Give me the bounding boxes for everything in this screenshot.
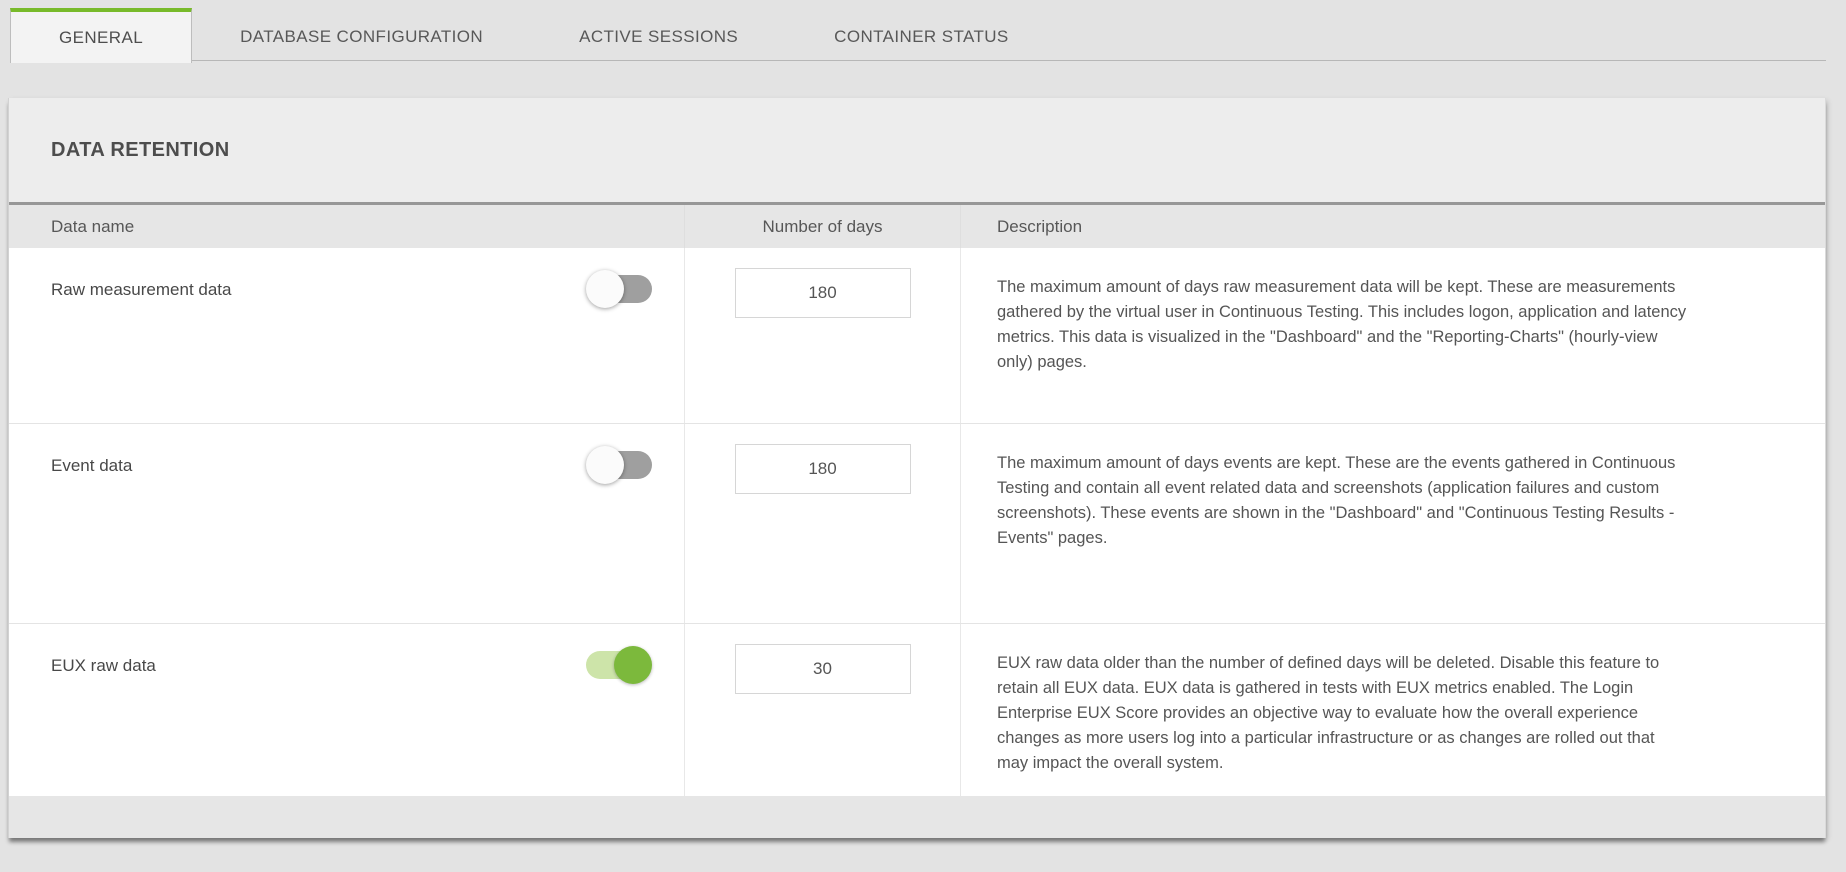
data-retention-header: DATA RETENTION	[9, 98, 1825, 202]
data-retention-table: Data name Number of days Description Raw…	[9, 202, 1825, 796]
tab-database-configuration[interactable]: DATABASE CONFIGURATION	[192, 8, 531, 61]
event-data-toggle[interactable]	[586, 446, 652, 484]
cell-number-of-days	[685, 424, 961, 623]
cell-number-of-days	[685, 624, 961, 796]
table-row-eux-raw-data: EUX raw data EUX raw data older than the…	[9, 623, 1825, 796]
table-header-row: Data name Number of days Description	[9, 205, 1825, 248]
tab-database-configuration-label: DATABASE CONFIGURATION	[240, 27, 483, 47]
cell-description: The maximum amount of days raw measureme…	[961, 248, 1825, 423]
row-label: EUX raw data	[51, 656, 156, 676]
cell-data-name: Event data	[9, 424, 685, 623]
tab-active-sessions-label: ACTIVE SESSIONS	[579, 27, 738, 47]
eux-raw-data-days-input[interactable]	[735, 644, 911, 694]
settings-page: GENERAL DATABASE CONFIGURATION ACTIVE SE…	[0, 0, 1846, 872]
panel-title: DATA RETENTION	[51, 139, 230, 162]
tab-container-status[interactable]: CONTAINER STATUS	[786, 8, 1057, 61]
cell-data-name: Raw measurement data	[9, 248, 685, 423]
column-header-description: Description	[961, 217, 1825, 237]
table-row-raw-measurement-data: Raw measurement data The maximum amount …	[9, 248, 1825, 423]
table-row-event-data: Event data The maximum amount of days ev…	[9, 423, 1825, 623]
toggle-knob	[586, 446, 624, 484]
settings-tabbar: GENERAL DATABASE CONFIGURATION ACTIVE SE…	[10, 8, 1826, 61]
toggle-knob	[586, 270, 624, 308]
cell-description: EUX raw data older than the number of de…	[961, 624, 1825, 796]
raw-measurement-data-toggle[interactable]	[586, 270, 652, 308]
column-header-data-name: Data name	[9, 205, 685, 248]
data-retention-panel: DATA RETENTION Data name Number of days …	[8, 98, 1826, 838]
description-text: EUX raw data older than the number of de…	[997, 651, 1687, 776]
eux-raw-data-toggle[interactable]	[586, 646, 652, 684]
cell-number-of-days	[685, 248, 961, 423]
toggle-knob	[614, 646, 652, 684]
event-data-days-input[interactable]	[735, 444, 911, 494]
tab-active-sessions[interactable]: ACTIVE SESSIONS	[531, 8, 786, 61]
raw-measurement-days-input[interactable]	[735, 268, 911, 318]
tab-general[interactable]: GENERAL	[10, 8, 192, 63]
description-text: The maximum amount of days raw measureme…	[997, 275, 1687, 375]
cell-description: The maximum amount of days events are ke…	[961, 424, 1825, 623]
row-label: Event data	[51, 456, 132, 476]
column-header-number-of-days: Number of days	[685, 205, 961, 248]
tab-container-status-label: CONTAINER STATUS	[834, 27, 1009, 47]
cell-data-name: EUX raw data	[9, 624, 685, 796]
description-text: The maximum amount of days events are ke…	[997, 451, 1687, 551]
panel-footer	[9, 796, 1825, 838]
row-label: Raw measurement data	[51, 280, 231, 300]
tab-general-label: GENERAL	[59, 28, 143, 48]
